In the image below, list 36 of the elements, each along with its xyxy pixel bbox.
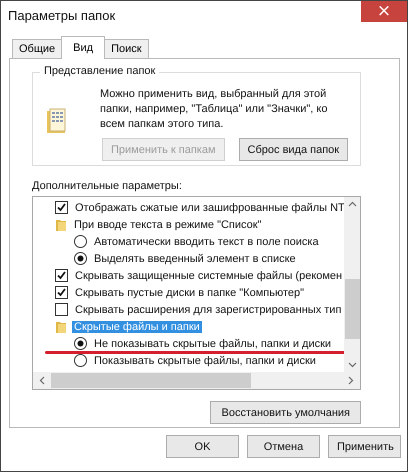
checkbox[interactable] (55, 303, 68, 316)
dialog-button[interactable]: Отмена (247, 435, 320, 458)
folder-icon (55, 218, 67, 232)
horizontal-scrollbar[interactable] (33, 372, 360, 389)
dialog-button[interactable]: Применить (328, 435, 401, 458)
folder-view-icon (45, 107, 67, 135)
option-label: Скрывать защищенные системные файлы (рекомен (74, 270, 344, 282)
scroll-thumb[interactable] (344, 279, 360, 339)
close-button[interactable]: × (361, 1, 407, 22)
radio-button[interactable] (74, 354, 87, 367)
tab[interactable]: Поиск (104, 39, 149, 58)
button[interactable]: Сброс вида папок (238, 138, 348, 161)
option-label: Выделять введенный элемент в списке (93, 252, 297, 264)
folder-icon (55, 320, 67, 334)
tab[interactable]: Вид (61, 36, 106, 59)
radio-button[interactable] (74, 337, 87, 350)
scroll-thumb[interactable] (51, 373, 251, 388)
checkbox[interactable] (55, 286, 68, 299)
vertical-scrollbar[interactable] (344, 197, 360, 372)
window-title: Параметры папок (8, 8, 116, 23)
group-title: Представление папок (40, 65, 160, 77)
option-label: Не показывать скрытые файлы, папки и диски (93, 338, 332, 350)
section-label: Дополнительные параметры: (32, 180, 183, 194)
option-label: Автоматически вводить текст в поле поиска (93, 236, 320, 248)
checkbox[interactable] (55, 201, 68, 214)
radio-button[interactable] (74, 252, 87, 265)
option-label: Скрывать пустые диски в папке "Компьютер" (74, 286, 306, 298)
radio-button[interactable] (74, 235, 87, 248)
group-label[interactable]: При вводе текста в режиме "Список" (72, 218, 264, 230)
checkbox[interactable] (55, 269, 68, 282)
description-text: Можно применить вид, выбранный для этой папки, например, "Таблица" или "Значки", ко всем папкам этого типа. (100, 87, 328, 132)
restore-defaults-button[interactable]: Восстановить умолчания (210, 401, 361, 424)
option-label: Скрывать расширения для зарегистрированных тип (74, 304, 342, 316)
dialog-button[interactable]: OK (166, 435, 239, 458)
tab[interactable]: Общие (12, 39, 62, 58)
option-label: Показывать скрытые файлы, папки и диски (93, 354, 317, 366)
